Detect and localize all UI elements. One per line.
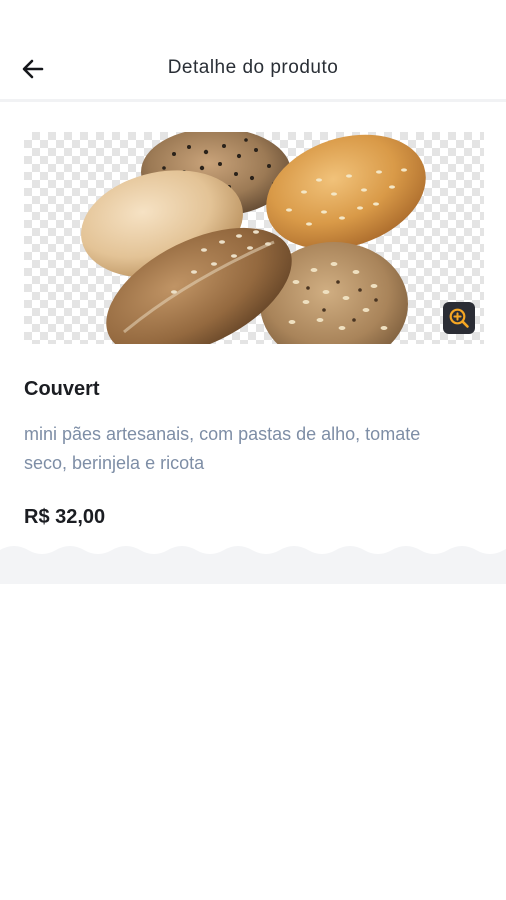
page-title: Detalhe do produto [167, 57, 339, 78]
product-price: R$ 32,00 [24, 506, 106, 528]
zoom-in-icon [448, 307, 470, 329]
product-description: mini pães artesanais, com pastas de alho… [24, 424, 421, 473]
bread-illustration [81, 132, 426, 344]
product-name: Couvert [24, 378, 100, 400]
top-bar: Detalhe do produto [0, 0, 506, 102]
wave-divider [0, 546, 506, 584]
product-detail-screen: Detalhe do produto Couvert mini pães art… [0, 0, 506, 900]
zoom-button[interactable] [443, 302, 475, 334]
product-image[interactable] [24, 132, 484, 344]
